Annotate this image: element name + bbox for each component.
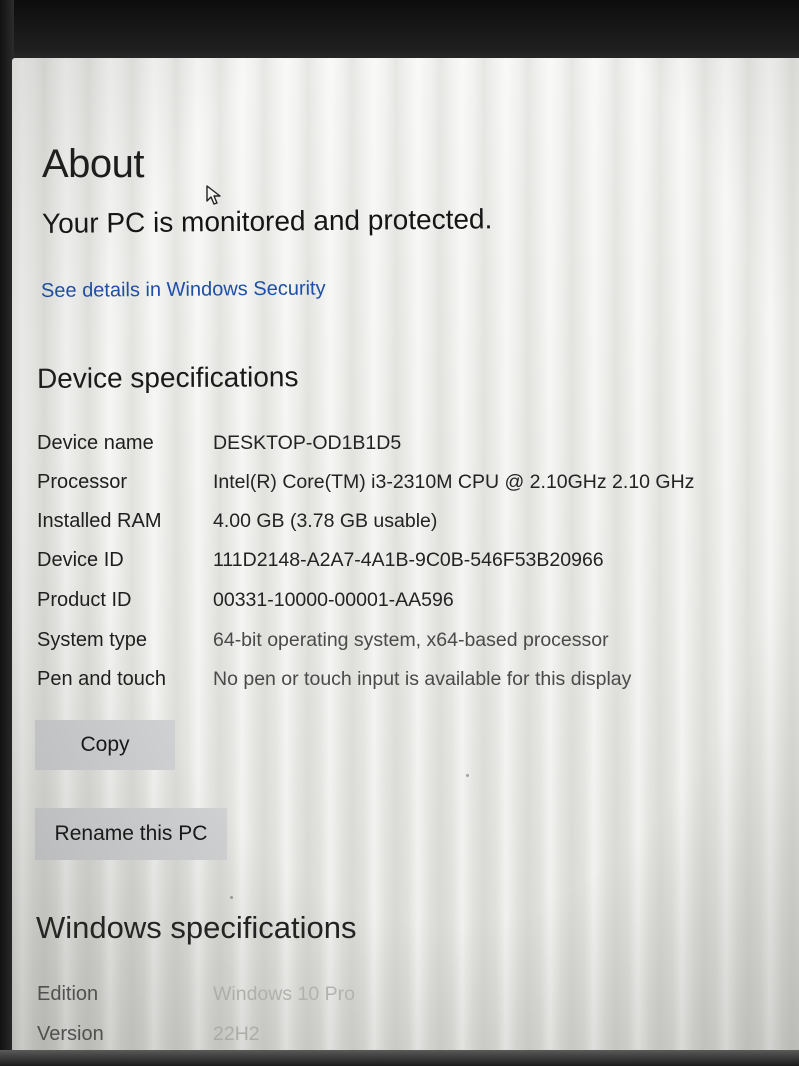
spec-row-product-id: Product ID 00331-10000-00001-AA596 <box>37 589 777 619</box>
spec-label: Product ID <box>37 589 132 611</box>
spec-label: Pen and touch <box>37 668 166 690</box>
spec-value: Intel(R) Core(TM) i3-2310M CPU @ 2.10GHz… <box>213 471 695 493</box>
spec-row-installed-ram: Installed RAM 4.00 GB (3.78 GB usable) <box>37 510 777 540</box>
windows-specs-title: Windows specifications <box>36 910 357 945</box>
spec-value: Windows 10 Pro <box>213 983 355 1005</box>
spec-row-version: Version 22H2 <box>37 1023 777 1053</box>
device-specs-title: Device specifications <box>36 361 299 394</box>
spec-label: Version <box>37 1023 104 1045</box>
spec-value: 00331-10000-00001-AA596 <box>213 589 454 611</box>
settings-about-window: About Your PC is monitored and protected… <box>12 58 799 1054</box>
windows-security-link[interactable]: See details in Windows Security <box>41 278 326 303</box>
spec-value: No pen or touch input is available for t… <box>213 668 632 690</box>
page-title: About <box>42 142 145 186</box>
spec-value: 4.00 GB (3.78 GB usable) <box>213 510 438 532</box>
spec-label: Edition <box>37 983 99 1005</box>
spec-row-device-id: Device ID 111D2148-A2A7-4A1B-9C0B-546F53… <box>37 549 777 579</box>
spec-row-processor: Processor Intel(R) Core(TM) i3-2310M CPU… <box>37 471 777 501</box>
spec-row-edition: Edition Windows 10 Pro <box>37 983 777 1013</box>
spec-row-system-type: System type 64-bit operating system, x64… <box>37 629 777 659</box>
copy-button[interactable]: Copy <box>35 720 175 770</box>
rename-pc-button[interactable]: Rename this PC <box>35 808 227 860</box>
screen-smudge <box>466 774 469 777</box>
monitor-bezel-bottom <box>0 1050 799 1066</box>
spec-value: 22H2 <box>213 1023 260 1045</box>
spec-value: 111D2148-A2A7-4A1B-9C0B-546F53B20966 <box>213 549 604 571</box>
spec-row-device-name: Device name DESKTOP-OD1B1D5 <box>37 432 777 462</box>
screen-smudge <box>230 896 233 899</box>
spec-value: 64-bit operating system, x64-based proce… <box>213 629 609 651</box>
spec-label: Processor <box>37 471 128 493</box>
spec-value: DESKTOP-OD1B1D5 <box>213 432 402 454</box>
spec-label: Device ID <box>37 549 124 571</box>
spec-label: System type <box>37 629 148 651</box>
monitor-bezel-top <box>0 0 799 62</box>
mouse-pointer-icon <box>206 185 221 205</box>
protection-status: Your PC is monitored and protected. <box>41 203 493 239</box>
spec-label: Device name <box>37 432 154 454</box>
spec-label: Installed RAM <box>37 510 162 532</box>
spec-row-pen-and-touch: Pen and touch No pen or touch input is a… <box>37 668 777 698</box>
